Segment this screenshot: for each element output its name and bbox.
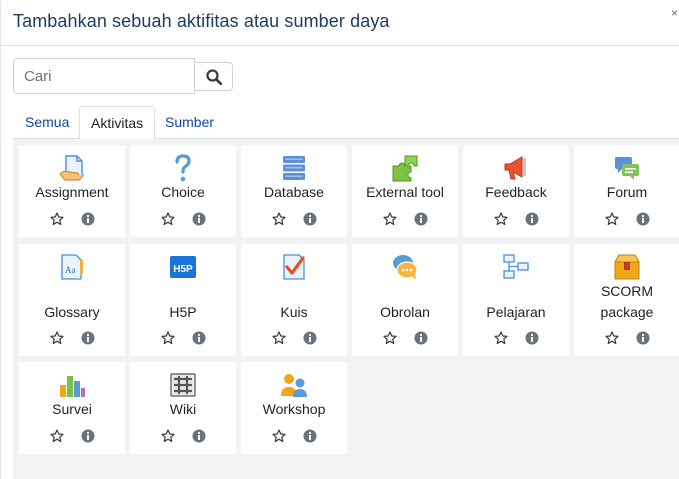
star-icon[interactable]	[383, 331, 397, 345]
database-icon	[283, 156, 305, 180]
modal-header: Tambahkan sebuah aktifitas atau sumber d…	[1, 0, 679, 46]
info-icon[interactable]	[303, 331, 317, 345]
module-label: H5P	[169, 304, 197, 320]
survey-icon	[60, 376, 85, 397]
module-card-choice[interactable]: Choice	[130, 145, 236, 237]
info-icon[interactable]	[414, 331, 428, 345]
tab-all[interactable]: Semua	[25, 106, 69, 139]
module-label: Forum	[606, 184, 648, 200]
module-card-chat[interactable]: Obrolan	[352, 244, 458, 356]
info-icon[interactable]	[636, 331, 650, 345]
info-icon[interactable]	[414, 212, 428, 226]
close-icon[interactable]: ×	[671, 6, 678, 20]
module-card-lesson[interactable]: Pelajaran	[463, 244, 569, 356]
search-button[interactable]	[194, 62, 233, 91]
module-label: Feedback	[485, 184, 547, 200]
star-icon[interactable]	[161, 429, 175, 443]
tab-resources[interactable]: Sumber	[165, 106, 214, 139]
module-label: Database	[264, 184, 324, 200]
info-icon[interactable]	[636, 212, 650, 226]
info-icon[interactable]	[303, 212, 317, 226]
module-label: External tool	[366, 184, 444, 200]
search-icon	[205, 68, 222, 85]
module-card-scorm[interactable]: SCORM package	[574, 244, 679, 356]
search-input[interactable]	[13, 58, 195, 94]
star-icon[interactable]	[50, 429, 64, 443]
external-tool-icon	[392, 155, 418, 182]
svg-text:Aa: Aa	[65, 265, 76, 275]
module-card-forum[interactable]: Forum	[574, 145, 679, 237]
activity-chooser-modal: Tambahkan sebuah aktifitas atau sumber d…	[0, 0, 679, 479]
module-card-feedback[interactable]: Feedback	[463, 145, 569, 237]
wiki-icon	[170, 373, 196, 397]
star-icon[interactable]	[605, 331, 619, 345]
modal-title: Tambahkan sebuah aktifitas atau sumber d…	[13, 11, 390, 31]
glossary-icon: Aa	[61, 254, 83, 280]
module-label: Obrolan	[380, 304, 430, 320]
info-icon[interactable]	[303, 429, 317, 443]
info-icon[interactable]	[525, 212, 539, 226]
chat-icon	[393, 255, 418, 280]
module-label: SCORM package	[600, 283, 654, 320]
module-card-external-tool[interactable]: External tool	[352, 145, 458, 237]
workshop-icon	[281, 374, 307, 397]
star-icon[interactable]	[494, 212, 508, 226]
star-icon[interactable]	[605, 212, 619, 226]
star-icon[interactable]	[272, 331, 286, 345]
info-icon[interactable]	[192, 331, 206, 345]
module-label: Choice	[161, 184, 205, 200]
module-card-assignment[interactable]: Assignment	[19, 145, 125, 237]
module-label: Kuis	[280, 304, 308, 320]
star-icon[interactable]	[383, 212, 397, 226]
h5p-icon: H5P	[170, 256, 196, 278]
star-icon[interactable]	[272, 429, 286, 443]
star-icon[interactable]	[272, 212, 286, 226]
forum-icon	[615, 157, 639, 180]
info-icon[interactable]	[81, 212, 95, 226]
tab-activities[interactable]: Aktivitas	[79, 106, 156, 140]
star-icon[interactable]	[494, 331, 508, 345]
module-label: Wiki	[169, 401, 197, 417]
star-icon[interactable]	[50, 212, 64, 226]
tab-bar: Semua Aktivitas Sumber	[13, 106, 679, 140]
info-icon[interactable]	[81, 429, 95, 443]
module-card-glossary[interactable]: Aa Glossary	[19, 244, 125, 356]
info-icon[interactable]	[192, 429, 206, 443]
info-icon[interactable]	[525, 331, 539, 345]
search-group	[13, 58, 233, 94]
module-card-h5p[interactable]: H5P H5P	[130, 244, 236, 356]
star-icon[interactable]	[50, 331, 64, 345]
star-icon[interactable]	[161, 212, 175, 226]
module-card-database[interactable]: Database	[241, 145, 347, 237]
module-label: Glossary	[44, 304, 100, 320]
module-card-workshop[interactable]: Workshop	[241, 362, 347, 454]
module-card-wiki[interactable]: Wiki	[130, 362, 236, 454]
assignment-icon	[59, 155, 85, 181]
module-card-survey[interactable]: Survei	[19, 362, 125, 454]
scorm-icon	[614, 254, 640, 280]
feedback-icon	[504, 156, 526, 180]
choice-icon	[175, 154, 191, 182]
svg-text:H5P: H5P	[173, 264, 193, 275]
module-label: Survei	[52, 401, 92, 417]
module-card-quiz[interactable]: Kuis	[241, 244, 347, 356]
info-icon[interactable]	[192, 212, 206, 226]
quiz-icon	[283, 254, 305, 280]
info-icon[interactable]	[81, 331, 95, 345]
module-label: Workshop	[262, 401, 326, 417]
module-label: Assignment	[35, 184, 109, 200]
module-label: Pelajaran	[486, 304, 546, 320]
star-icon[interactable]	[161, 331, 175, 345]
lesson-icon	[503, 254, 529, 279]
